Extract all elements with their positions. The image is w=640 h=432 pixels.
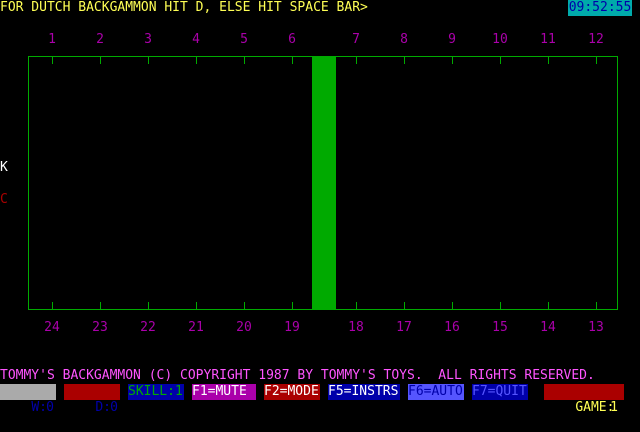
point-tick [148, 57, 149, 64]
copyright-line: TOMMY'S BACKGAMMON (C) COPYRIGHT 1987 BY… [0, 368, 595, 383]
point-tick [404, 302, 405, 309]
point-tick [452, 57, 453, 64]
white-score-value: 0 [46, 400, 54, 415]
side-label-c: C [0, 192, 8, 207]
clock: 09:52:55 [568, 0, 632, 16]
point-number: 12 [588, 32, 604, 47]
f2-mode-button[interactable]: F2=MODE [264, 384, 320, 400]
point-tick [404, 57, 405, 64]
point-tick [292, 302, 293, 309]
point-tick [548, 302, 549, 309]
point-number: 7 [352, 32, 360, 47]
f1-mute-button[interactable]: F1=MUTE [192, 384, 256, 400]
point-tick [244, 302, 245, 309]
white-score-label: W: [31, 400, 47, 415]
point-tick [292, 57, 293, 64]
game-counter: GAME: 1 [544, 384, 624, 415]
dark-score-label: D: [95, 400, 111, 415]
point-tick [196, 302, 197, 309]
point-number: 1 [48, 32, 56, 47]
point-tick [100, 302, 101, 309]
status-bar: W: 0 D: 0 SKILL:1 F1=MUTE F2=MODE F5=INSTR… [0, 384, 640, 415]
point-number: 10 [492, 32, 508, 47]
point-number: 3 [144, 32, 152, 47]
point-tick [148, 302, 149, 309]
point-tick [500, 57, 501, 64]
point-number: 13 [588, 320, 604, 335]
f6-auto-button[interactable]: F6=AUTO [408, 384, 464, 400]
skill-level[interactable]: SKILL:1 [128, 384, 184, 400]
point-number: 9 [448, 32, 456, 47]
point-tick [500, 302, 501, 309]
point-number: 8 [400, 32, 408, 47]
dark-score-value: 0 [110, 400, 118, 415]
point-number: 18 [348, 320, 364, 335]
point-tick [244, 57, 245, 64]
prompt-text: FOR DUTCH BACKGAMMON HIT D, ELSE HIT SPA… [0, 0, 368, 15]
f5-instructions-button[interactable]: F5=INSTRS [328, 384, 400, 400]
board-bar [312, 56, 336, 310]
point-number: 16 [444, 320, 460, 335]
point-number: 5 [240, 32, 248, 47]
game-label: GAME: [575, 400, 615, 415]
point-tick [196, 57, 197, 64]
white-score: W: 0 [0, 384, 56, 415]
point-number: 23 [92, 320, 108, 335]
dark-score: D: 0 [64, 384, 120, 415]
point-tick [100, 57, 101, 64]
point-tick [596, 57, 597, 64]
game-value: 1 [610, 400, 618, 415]
point-tick [452, 302, 453, 309]
point-tick [596, 302, 597, 309]
side-label-k: K [0, 160, 8, 175]
point-tick [356, 302, 357, 309]
point-number: 21 [188, 320, 204, 335]
point-number: 19 [284, 320, 300, 335]
point-number: 4 [192, 32, 200, 47]
point-number: 20 [236, 320, 252, 335]
point-number: 17 [396, 320, 412, 335]
point-tick [52, 57, 53, 64]
point-number: 14 [540, 320, 556, 335]
point-number: 15 [492, 320, 508, 335]
point-number: 22 [140, 320, 156, 335]
point-number: 6 [288, 32, 296, 47]
point-tick [548, 57, 549, 64]
point-tick [356, 57, 357, 64]
point-tick [52, 302, 53, 309]
point-number: 11 [540, 32, 556, 47]
f7-quit-button[interactable]: F7=QUIT [472, 384, 528, 400]
point-number: 24 [44, 320, 60, 335]
point-number: 2 [96, 32, 104, 47]
